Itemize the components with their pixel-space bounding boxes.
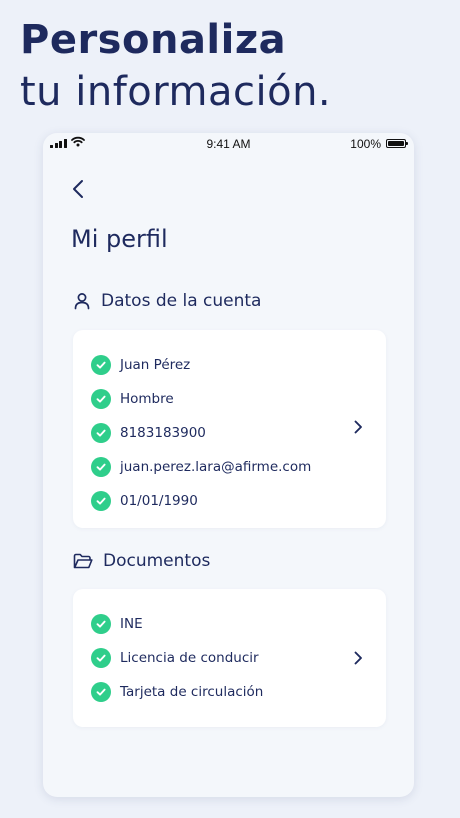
check-circle-icon — [91, 614, 111, 634]
documents-section-title: Documentos — [103, 551, 211, 571]
check-circle-icon — [91, 457, 111, 477]
documents-list: INE Licencia de conducir Tarjeta de circ… — [91, 607, 263, 709]
list-item: juan.perez.lara@afirme.com — [91, 450, 311, 484]
document-circulation-card: Tarjeta de circulación — [120, 684, 264, 700]
battery-icon — [386, 139, 408, 148]
chevron-right-icon[interactable] — [352, 419, 364, 435]
page-title: Mi perfil — [71, 225, 168, 253]
promo-headline: Personaliza tu información. — [20, 14, 331, 118]
account-section-header: Datos de la cuenta — [73, 291, 261, 311]
status-bar: 9:41 AM 100% — [43, 133, 414, 155]
check-circle-icon — [91, 355, 111, 375]
account-card[interactable]: Juan Pérez Hombre 8183183900 juan.perez.… — [73, 330, 386, 528]
list-item: Juan Pérez — [91, 348, 311, 382]
folder-icon — [73, 553, 93, 568]
battery-percent: 100% — [350, 137, 381, 151]
list-item: INE — [91, 607, 263, 641]
check-circle-icon — [91, 423, 111, 443]
user-icon — [74, 293, 90, 310]
account-phone: 8183183900 — [120, 425, 206, 441]
document-ine: INE — [120, 616, 143, 632]
documents-card[interactable]: INE Licencia de conducir Tarjeta de circ… — [73, 589, 386, 727]
list-item: 01/01/1990 — [91, 484, 311, 518]
check-circle-icon — [91, 682, 111, 702]
check-circle-icon — [91, 389, 111, 409]
list-item: 8183183900 — [91, 416, 311, 450]
phone-screen: 9:41 AM 100% Mi perfil Datos de la cuent… — [43, 133, 414, 797]
list-item: Hombre — [91, 382, 311, 416]
account-name: Juan Pérez — [120, 357, 191, 373]
check-circle-icon — [91, 491, 111, 511]
account-birthdate: 01/01/1990 — [120, 493, 198, 509]
account-gender: Hombre — [120, 391, 174, 407]
list-item: Tarjeta de circulación — [91, 675, 263, 709]
headline-line-1: Personaliza — [20, 17, 287, 63]
chevron-left-icon — [73, 180, 83, 198]
check-circle-icon — [91, 648, 111, 668]
headline-line-2: tu información. — [20, 69, 332, 115]
list-item: Licencia de conducir — [91, 641, 263, 675]
document-license: Licencia de conducir — [120, 650, 259, 666]
account-email: juan.perez.lara@afirme.com — [120, 459, 312, 475]
documents-section-header: Documentos — [73, 551, 210, 571]
account-list: Juan Pérez Hombre 8183183900 juan.perez.… — [91, 348, 311, 518]
chevron-right-icon[interactable] — [352, 650, 364, 666]
back-button[interactable] — [69, 177, 89, 201]
account-section-title: Datos de la cuenta — [101, 291, 262, 311]
